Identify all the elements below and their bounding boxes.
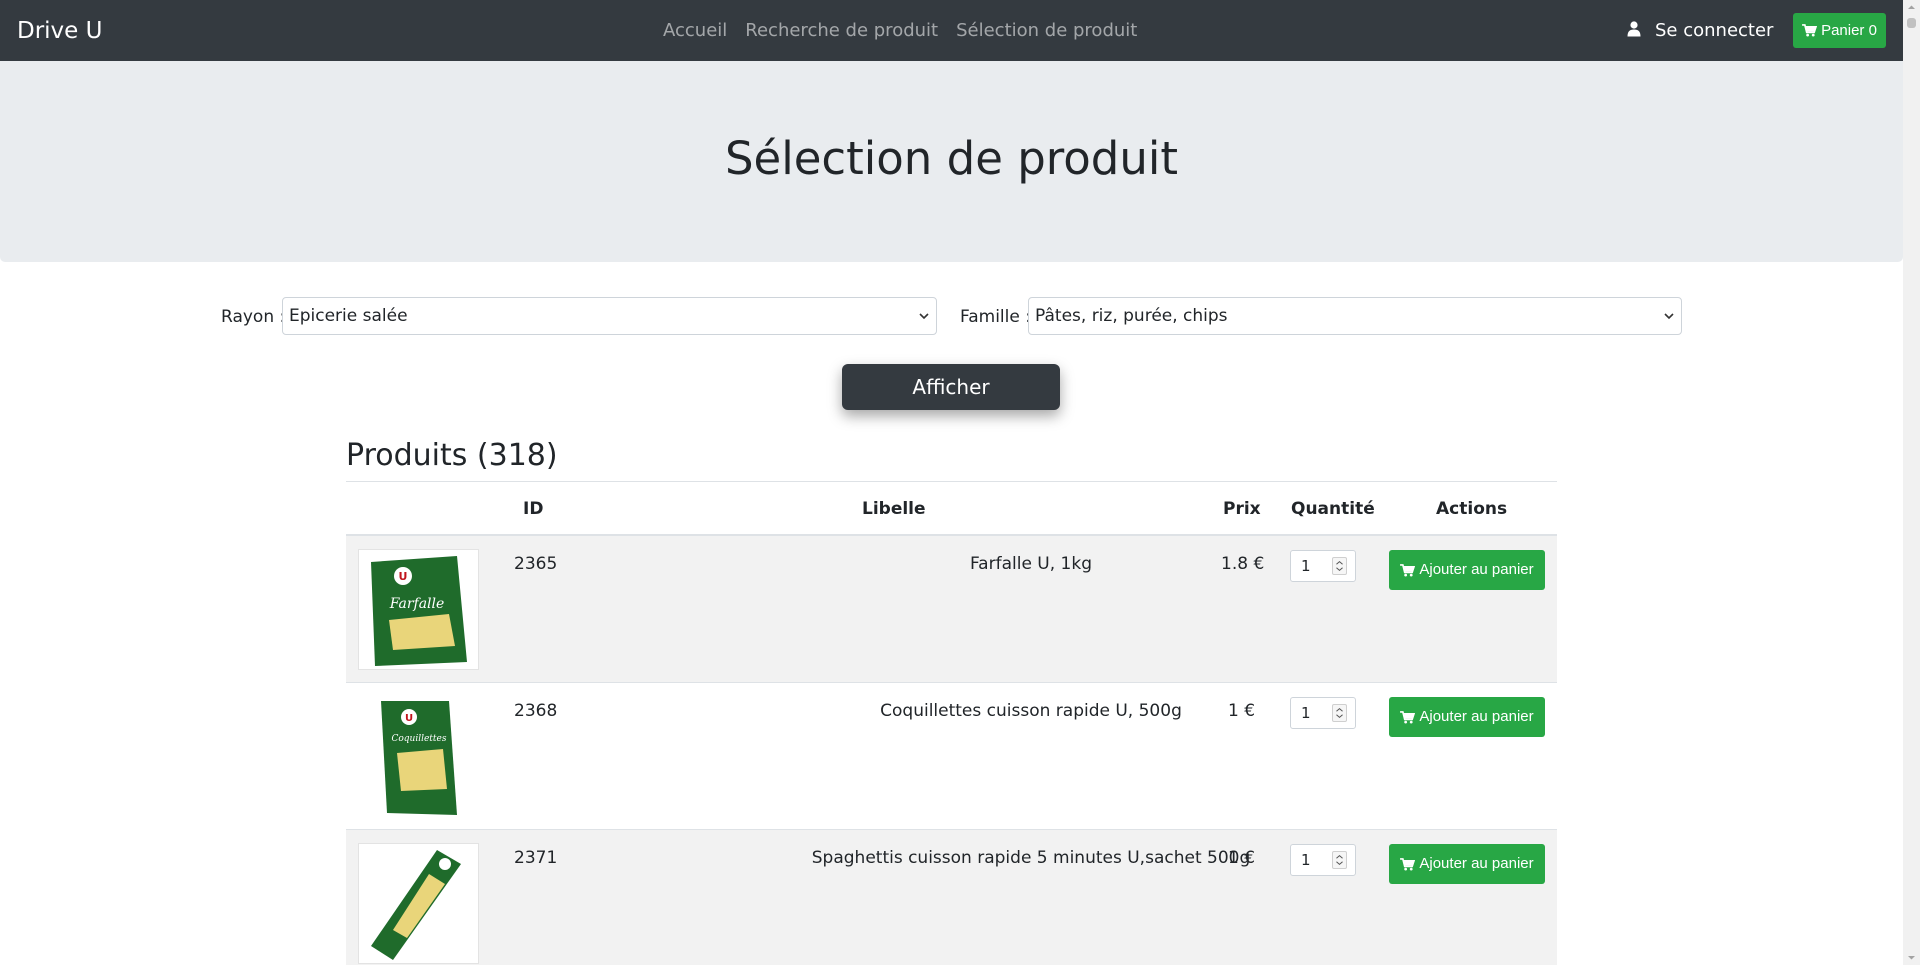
cart-icon [1400,710,1416,724]
spinner-icon[interactable] [1332,557,1347,575]
product-libelle: Spaghettis cuisson rapide 5 minutes U,sa… [811,848,1251,868]
rayon-label: Rayon : [221,307,286,327]
quantity-value: 1 [1301,851,1311,869]
quantity-value: 1 [1301,704,1311,722]
rayon-select-value: Epicerie salée [289,306,408,326]
login-label: Se connecter [1655,20,1774,41]
login-link[interactable]: Se connecter [1627,19,1773,43]
header-prix: Prix [1223,499,1261,519]
svg-text:Coquillettes: Coquillettes [391,734,446,744]
add-to-cart-label: Ajouter au panier [1419,561,1534,578]
rayon-select[interactable]: Epicerie salée [282,297,937,335]
brand-link[interactable]: Drive U [17,17,102,45]
table-header: ID Libelle Prix Quantité Actions [346,481,1557,536]
spinner-icon[interactable] [1332,704,1347,722]
nav-link-selection[interactable]: Sélection de produit [947,19,1146,43]
cart-icon [1802,24,1818,37]
quantity-stepper[interactable]: 1 [1290,697,1356,729]
chevron-down-icon [1664,313,1674,320]
page-title: Sélection de produit [724,132,1179,185]
table-row: U Farfalle 2365 Farfalle U, 1kg 1.8 € 1 … [346,536,1557,683]
quantity-value: 1 [1301,557,1311,575]
nav-link-recherche[interactable]: Recherche de produit [736,19,947,43]
nav-links: Accueil Recherche de produit Sélection d… [654,19,1146,43]
jumbotron: Sélection de produit [0,61,1903,262]
navbar: Drive U Accueil Recherche de produit Sél… [0,0,1903,61]
user-icon [1627,21,1641,37]
quantity-stepper[interactable]: 1 [1290,550,1356,582]
add-to-cart-button[interactable]: Ajouter au panier [1389,550,1545,590]
cart-label: Panier 0 [1821,22,1877,39]
header-libelle: Libelle [862,499,926,519]
famille-select[interactable]: Pâtes, riz, purée, chips [1028,297,1682,335]
add-to-cart-label: Ajouter au panier [1419,855,1534,872]
products-title: Produits (318) [346,438,558,473]
afficher-button[interactable]: Afficher [842,364,1060,410]
header-id: ID [523,499,544,519]
page-scrollbar[interactable] [1903,0,1920,965]
chevron-down-icon [919,313,929,320]
add-to-cart-label: Ajouter au panier [1419,708,1534,725]
products-table: ID Libelle Prix Quantité Actions U Farfa… [346,481,1557,965]
spinner-icon[interactable] [1332,851,1347,869]
scroll-thumb[interactable] [1907,18,1916,28]
table-row: U Coquillettes 2368 Coquillettes cuisson… [346,683,1557,830]
header-actions: Actions [1436,499,1508,519]
cart-icon [1400,857,1416,871]
add-to-cart-button[interactable]: Ajouter au panier [1389,697,1545,737]
svg-text:Farfalle: Farfalle [389,596,445,612]
nav-link-accueil[interactable]: Accueil [654,19,736,43]
quantity-stepper[interactable]: 1 [1290,844,1356,876]
add-to-cart-button[interactable]: Ajouter au panier [1389,844,1545,884]
product-libelle: Coquillettes cuisson rapide U, 500g [880,701,1182,721]
famille-label: Famille : [960,307,1031,327]
product-prix: 1.8 € [1221,554,1265,574]
famille-select-value: Pâtes, riz, purée, chips [1035,306,1228,326]
scroll-down-icon[interactable] [1907,953,1916,962]
product-prix: 1 € [1228,848,1256,868]
table-row: 2371 Spaghettis cuisson rapide 5 minutes… [346,830,1557,965]
cart-button[interactable]: Panier 0 [1793,13,1886,48]
product-prix: 1 € [1228,701,1256,721]
header-quantite: Quantité [1291,499,1375,519]
scroll-up-icon[interactable] [1907,3,1916,12]
cart-icon [1400,563,1416,577]
